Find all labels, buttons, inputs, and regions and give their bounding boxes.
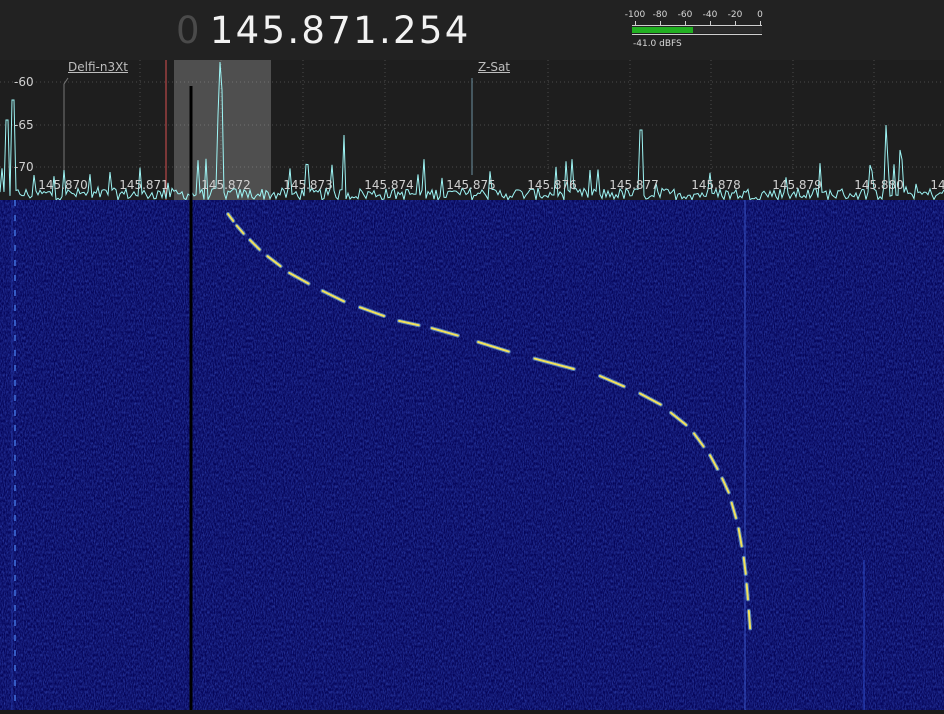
frequency-leading-digit[interactable]: 0: [176, 9, 202, 52]
meter-tick-label: -40: [702, 10, 718, 20]
db-axis-label: -65: [14, 118, 34, 132]
waterfall-canvas[interactable]: [0, 200, 944, 710]
doppler-segment: [745, 583, 749, 601]
waterfall-display[interactable]: [0, 200, 944, 710]
db-axis-label: -70: [14, 160, 34, 174]
doppler-segment: [747, 609, 752, 630]
freq-axis-label: 145.872: [201, 178, 251, 192]
freq-axis-label: 14: [930, 178, 944, 192]
freq-axis-label: 145.877: [609, 178, 659, 192]
db-axis-label: -60: [14, 75, 34, 89]
meter-tick-label: -80: [652, 10, 668, 20]
freq-axis-label: 145.873: [283, 178, 333, 192]
sdr-receiver-window: 0 145.871.254 -100 -80 -60 -40 -20 0 -41.…: [0, 0, 944, 714]
bottom-strip: [0, 710, 944, 714]
waterfall-noise: [0, 200, 944, 710]
meter-tick-label: -20: [727, 10, 743, 20]
spectrum-plot[interactable]: -60 -65 -70 145.870 145.871 145.872 145.…: [0, 60, 944, 200]
freq-axis-label: 145.875: [446, 178, 496, 192]
meter-track: [632, 27, 762, 33]
meter-tick-label: 0: [757, 10, 763, 20]
freq-axis-label: 145.878: [691, 178, 741, 192]
meter-scale-line: [632, 25, 762, 26]
frequency-value[interactable]: 145.871.254: [210, 9, 471, 52]
bookmark-marker-delfi: [63, 77, 69, 175]
level-meter: -100 -80 -60 -40 -20 0 -41.0 dBFS: [624, 8, 770, 52]
freq-axis-label: 145.880: [854, 178, 904, 192]
freq-axis-label: 145.871: [119, 178, 169, 192]
freq-axis-label: 145.874: [364, 178, 414, 192]
freq-axis-label: 145.876: [527, 178, 577, 192]
freq-axis-label: 145.879: [772, 178, 822, 192]
frequency-bar: 0 145.871.254 -100 -80 -60 -40 -20 0 -41.…: [0, 0, 944, 60]
freq-axis-label: 145.870: [38, 178, 88, 192]
bookmark-label-delfi[interactable]: Delfi-n3Xt: [68, 60, 128, 74]
meter-level-fill: [632, 27, 693, 33]
meter-base-line: [632, 34, 762, 35]
meter-tick-label: -60: [677, 10, 693, 20]
meter-readout: -41.0 dBFS: [633, 39, 682, 49]
meter-tick-label: -100: [624, 10, 646, 20]
bookmark-label-zsat[interactable]: Z-Sat: [478, 60, 510, 74]
frequency-readout[interactable]: 0 145.871.254: [176, 6, 471, 56]
